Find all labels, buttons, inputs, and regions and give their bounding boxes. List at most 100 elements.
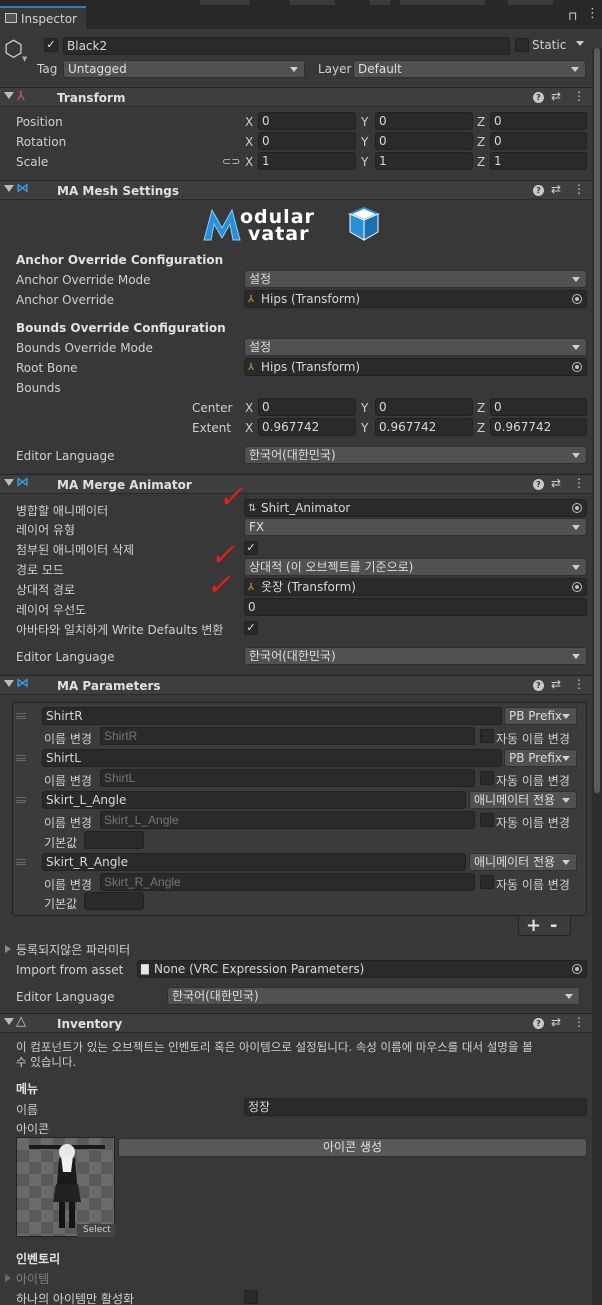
parameter-type-dropdown[interactable]: 애니메이터 전용 (469, 791, 577, 809)
drag-handle-icon[interactable] (16, 797, 26, 803)
tag-dropdown[interactable]: Untagged (63, 60, 305, 78)
layer-type-dropdown[interactable]: FX (244, 518, 587, 536)
parameter-type-dropdown[interactable]: 애니메이터 전용 (469, 853, 577, 871)
parameter-name-field[interactable]: Skirt_L_Angle (42, 791, 466, 809)
settings-icon[interactable]: ⇄ (551, 1015, 561, 1029)
extent-y-field[interactable]: 0.967742 (375, 418, 473, 436)
rename-input[interactable] (100, 769, 475, 787)
icon-preview[interactable]: Select (16, 1137, 115, 1237)
lock-icon[interactable]: ⊓ (568, 9, 577, 23)
mesh-settings-header[interactable]: ⋈ MA Mesh Settings ? ⇄ ⋮ (0, 180, 602, 200)
path-mode-dropdown[interactable]: 상대적 (이 오브젝트를 기준으로) (244, 558, 587, 576)
help-icon[interactable]: ? (533, 185, 544, 196)
write-defaults-checkbox[interactable]: ✓ (244, 621, 258, 635)
parameter-name-field[interactable]: ShirtL (42, 749, 502, 767)
axis-x-label[interactable]: X (245, 401, 253, 415)
relative-path-field[interactable]: ⅄ 옷장 (Transform) (244, 578, 587, 596)
axis-z-label[interactable]: Z (477, 401, 485, 415)
rename-input[interactable] (100, 873, 475, 891)
items-foldout[interactable]: 아이템 (16, 1270, 49, 1287)
extent-x-field[interactable]: 0.967742 (258, 418, 356, 436)
parameter-name-field[interactable]: Skirt_R_Angle (42, 853, 466, 871)
menu-name-field[interactable]: 정장 (244, 1098, 587, 1116)
position-y-field[interactable]: 0 (375, 112, 473, 130)
fold-arrow-icon[interactable] (4, 479, 14, 486)
axis-x-label[interactable]: X (245, 115, 253, 129)
auto-rename-checkbox[interactable] (480, 771, 494, 785)
center-x-field[interactable]: 0 (258, 398, 356, 416)
axis-z-label[interactable]: Z (477, 135, 485, 149)
settings-icon[interactable]: ⇄ (551, 182, 561, 196)
static-checkbox[interactable] (515, 38, 529, 52)
help-icon[interactable]: ? (533, 479, 544, 490)
axis-y-label[interactable]: Y (361, 421, 368, 435)
context-menu-icon[interactable]: ⋮ (573, 476, 585, 490)
auto-rename-checkbox[interactable] (480, 813, 494, 827)
generate-icon-button[interactable]: 아이콘 생성 (118, 1138, 587, 1157)
inventory-header[interactable]: △ Inventory ? ⇄ ⋮ (0, 1013, 602, 1033)
static-dropdown-icon[interactable] (576, 41, 584, 46)
fold-arrow-icon[interactable] (4, 1018, 14, 1025)
axis-z-label[interactable]: Z (477, 155, 485, 169)
object-picker-icon[interactable] (572, 964, 582, 974)
scale-x-field[interactable]: 1 (258, 152, 356, 170)
drag-handle-icon[interactable] (16, 755, 26, 761)
drag-handle-icon[interactable] (16, 713, 26, 719)
axis-x-label[interactable]: X (245, 135, 253, 149)
help-icon[interactable]: ? (533, 1018, 544, 1029)
import-asset-field[interactable]: ▇ None (VRC Expression Parameters) (137, 960, 587, 978)
fold-arrow-icon[interactable] (4, 185, 14, 192)
chevron-down-icon[interactable]: ▼ (22, 55, 27, 63)
transform-header[interactable]: ⅄ Transform ? ⇄ ⋮ (0, 87, 602, 107)
layer-priority-field[interactable]: 0 (244, 598, 587, 616)
extent-z-field[interactable]: 0.967742 (490, 418, 587, 436)
expand-arrow-icon[interactable] (5, 945, 11, 953)
axis-y-label[interactable]: Y (361, 155, 368, 169)
settings-icon[interactable]: ⇄ (551, 89, 561, 103)
object-name-field[interactable]: Black2 (63, 37, 510, 55)
axis-z-label[interactable]: Z (477, 115, 485, 129)
center-y-field[interactable]: 0 (375, 398, 473, 416)
axis-x-label[interactable]: X (245, 421, 253, 435)
parameter-name-field[interactable]: ShirtR (42, 707, 502, 725)
more-icon[interactable]: ⋮ (586, 6, 599, 21)
scale-y-field[interactable]: 1 (375, 152, 473, 170)
expand-arrow-icon[interactable] (5, 1274, 11, 1282)
tab-inspector[interactable]: Inspector (0, 6, 86, 30)
rename-input[interactable] (100, 811, 475, 829)
axis-x-label[interactable]: X (245, 155, 253, 169)
object-picker-icon[interactable] (572, 294, 582, 304)
context-menu-icon[interactable]: ⋮ (573, 182, 585, 196)
select-button[interactable]: Select (83, 1225, 111, 1235)
default-value-field[interactable] (84, 831, 144, 849)
settings-icon[interactable]: ⇄ (551, 677, 561, 691)
axis-z-label[interactable]: Z (477, 421, 485, 435)
default-value-field[interactable] (84, 892, 144, 910)
anchor-mode-dropdown[interactable]: 설정 (244, 270, 587, 288)
delete-attached-checkbox[interactable]: ✓ (244, 541, 258, 555)
editor-language-dropdown[interactable]: 한국어(대한민국) (167, 987, 580, 1005)
auto-rename-checkbox[interactable] (480, 729, 494, 743)
remove-button[interactable]: - (550, 915, 557, 936)
scale-z-field[interactable]: 1 (490, 152, 587, 170)
fold-arrow-icon[interactable] (4, 680, 14, 687)
axis-y-label[interactable]: Y (361, 115, 368, 129)
root-bone-field[interactable]: ⅄ Hips (Transform) (244, 358, 587, 376)
context-menu-icon[interactable]: ⋮ (573, 1015, 585, 1029)
settings-icon[interactable]: ⇄ (551, 476, 561, 490)
add-button[interactable]: + (526, 915, 541, 936)
object-picker-icon[interactable] (572, 503, 582, 513)
center-z-field[interactable]: 0 (490, 398, 587, 416)
position-z-field[interactable]: 0 (490, 112, 587, 130)
single-item-checkbox[interactable] (244, 1290, 258, 1304)
fold-arrow-icon[interactable] (4, 92, 14, 99)
object-picker-icon[interactable] (572, 362, 582, 372)
axis-y-label[interactable]: Y (361, 135, 368, 149)
rename-input[interactable] (100, 727, 475, 745)
rotation-z-field[interactable]: 0 (490, 132, 587, 150)
editor-language-dropdown[interactable]: 한국어(대한민국) (244, 446, 587, 464)
context-menu-icon[interactable]: ⋮ (573, 89, 585, 103)
anchor-override-field[interactable]: ⅄ Hips (Transform) (244, 290, 587, 308)
position-x-field[interactable]: 0 (258, 112, 356, 130)
parameter-type-dropdown[interactable]: PB Prefix (504, 749, 577, 767)
